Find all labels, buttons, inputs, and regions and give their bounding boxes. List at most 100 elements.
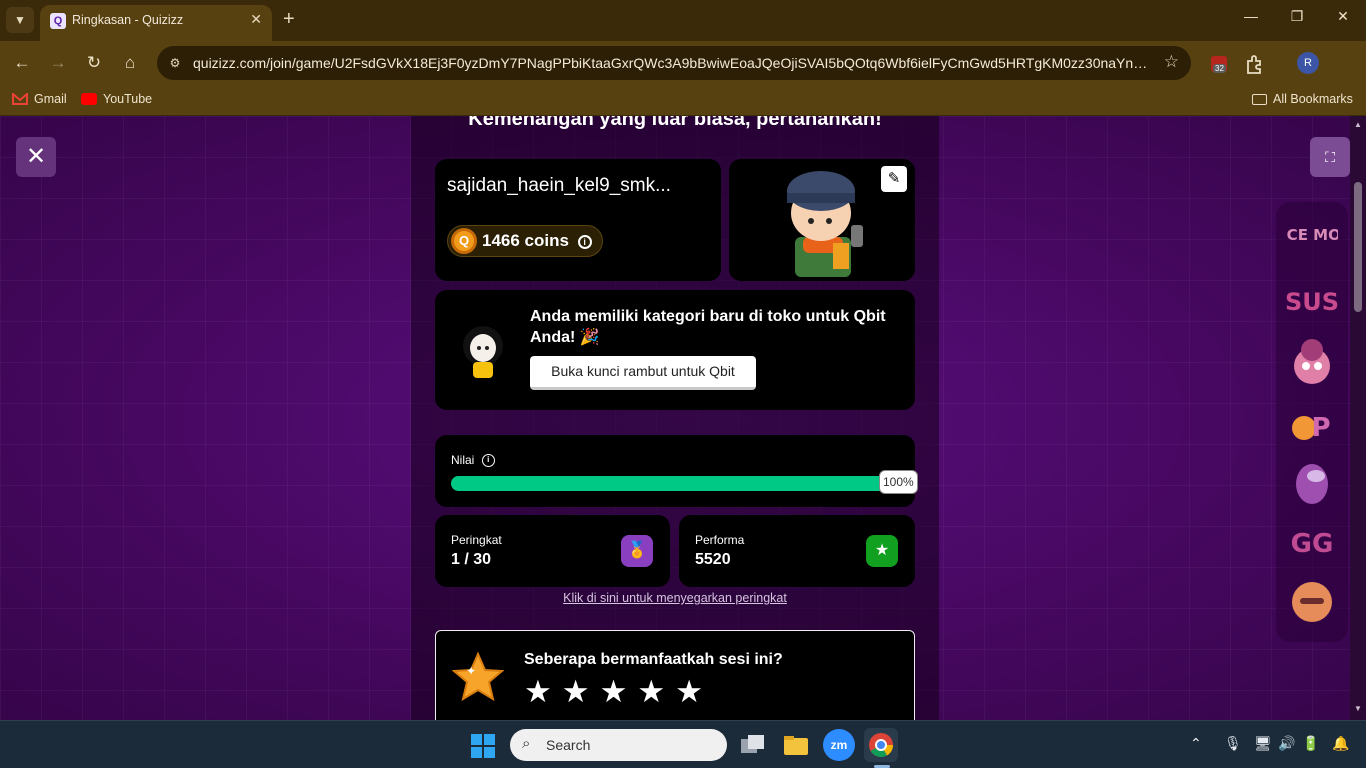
fullscreen-button[interactable]: ⛶ — [1310, 137, 1350, 177]
sticker-text: GG — [1291, 529, 1334, 559]
quizizz-favicon-icon: Q — [50, 13, 66, 29]
info-icon[interactable]: i — [577, 234, 592, 249]
browser-tab-bar: ▼ Q Ringkasan - Quizizz ✕ + — ❐ ✕ — [0, 0, 1366, 41]
reload-button[interactable]: ↻ — [82, 51, 106, 75]
feedback-star-icon: ✦ — [452, 651, 504, 702]
extension-badge: 32 — [1213, 64, 1226, 73]
page-viewport: ✕ ⛶ Kemenangan yang luar biasa, pertahan… — [0, 116, 1366, 720]
performance-label: Performa — [695, 533, 745, 547]
rating-star-2[interactable]: ★ — [562, 675, 590, 709]
chrome-icon[interactable] — [864, 728, 898, 762]
sticker-sus[interactable]: SUS — [1285, 276, 1339, 328]
mind-blown-sticker-icon — [1294, 339, 1330, 384]
scroll-down-icon[interactable]: ▼ — [1353, 704, 1363, 713]
profile-avatar[interactable]: R — [1297, 52, 1319, 74]
notification-icon[interactable]: 🔔 — [1332, 735, 1349, 752]
tab-close-icon[interactable]: ✕ — [250, 11, 262, 28]
qbit-avatar-icon — [463, 326, 503, 378]
minimize-button[interactable]: — — [1228, 8, 1274, 32]
rating-star-5[interactable]: ★ — [675, 675, 703, 709]
microphone-icon[interactable]: 🎙 — [1224, 735, 1242, 752]
url-text[interactable]: quizizz.com/join/game/U2FsdGVkX18Ej3F0yz… — [193, 55, 1148, 71]
sticker-yawn[interactable] — [1286, 576, 1338, 628]
edit-avatar-button[interactable]: ✎ — [881, 166, 907, 192]
all-bookmarks[interactable]: All Bookmarks — [1252, 92, 1353, 106]
coins-value: 1466 coins — [482, 231, 569, 250]
score-label: Nilai — [451, 453, 475, 467]
bookmark-star-icon[interactable]: ☆ — [1164, 52, 1179, 72]
coins-badge[interactable]: Q 1466 coins i — [447, 225, 603, 257]
gg-sticker-icon: GG — [1291, 529, 1334, 559]
feedback-card: ✦ Seberapa bermanfaatkah sesi ini? ★ ★ ★… — [435, 630, 915, 720]
file-explorer-icon[interactable] — [779, 728, 813, 762]
youtube-icon — [81, 93, 97, 105]
taskbar-search[interactable]: ⌕ Search — [510, 729, 727, 761]
volume-icon[interactable]: 🔊 — [1278, 735, 1295, 752]
unlock-hair-button[interactable]: Buka kunci rambut untuk Qbit — [530, 356, 756, 390]
restore-button[interactable]: ❐ — [1274, 8, 1320, 32]
bookmark-label: Gmail — [34, 92, 67, 106]
bookmark-gmail[interactable]: Gmail — [12, 92, 67, 106]
promo-title: Anda memiliki kategori baru di toko untu… — [530, 308, 886, 346]
window-close-button[interactable]: ✕ — [1320, 8, 1366, 32]
home-button[interactable]: ⌂ — [118, 51, 142, 75]
rank-value: 1 / 30 — [451, 551, 492, 568]
rating-star-3[interactable]: ★ — [600, 675, 628, 709]
search-placeholder: Search — [546, 737, 591, 753]
sus-sticker-icon: SUS — [1285, 288, 1339, 316]
sticker-mindblown[interactable] — [1286, 336, 1338, 388]
bookmarks-bar: Gmail YouTube All Bookmarks — [0, 85, 1366, 116]
rating-stars: ★ ★ ★ ★ ★ — [524, 675, 703, 709]
sticker-text: ONCE MORE — [1286, 226, 1338, 244]
address-bar[interactable]: ⚙ quizizz.com/join/game/U2FsdGVkX18Ej3F0… — [157, 46, 1191, 80]
tab-search-button[interactable]: ▼ — [6, 7, 34, 33]
victory-headline: Kemenangan yang luar biasa, pertahankan! — [468, 116, 882, 130]
zoom-icon[interactable]: zm — [823, 729, 855, 761]
search-icon: ⌕ — [522, 735, 531, 752]
score-label-row: Nilai i — [451, 453, 495, 468]
info-icon[interactable]: i — [481, 454, 495, 468]
page-scrollbar[interactable]: ▲ ▼ — [1350, 116, 1366, 720]
sticker-text: SUS — [1286, 288, 1338, 316]
sticker-op[interactable]: P — [1286, 396, 1338, 448]
forward-button[interactable]: → — [46, 51, 70, 75]
start-icon[interactable] — [470, 733, 496, 759]
scroll-thumb[interactable] — [1354, 182, 1362, 312]
svg-text:✦: ✦ — [466, 664, 476, 678]
tab-title: Ringkasan - Quizizz — [72, 13, 184, 27]
op-sticker-icon: P — [1292, 413, 1331, 443]
bookmark-label: YouTube — [103, 92, 153, 106]
rank-card: Peringkat 1 / 30 🏅 — [435, 515, 670, 587]
gmail-icon — [12, 93, 28, 105]
svg-text:P: P — [1311, 413, 1330, 443]
star-badge-icon: ★ — [866, 535, 898, 567]
site-info-icon[interactable]: ⚙ — [165, 53, 185, 73]
sticker-gg[interactable]: GG — [1286, 516, 1338, 568]
back-button[interactable]: ← — [10, 51, 34, 75]
bookmark-youtube[interactable]: YouTube — [81, 92, 152, 106]
extensions-puzzle-icon[interactable] — [1244, 53, 1266, 75]
network-icon[interactable]: 🖥 — [1254, 735, 1272, 752]
all-bookmarks-label: All Bookmarks — [1273, 92, 1353, 106]
performance-card: Performa 5520 ★ — [679, 515, 915, 587]
refresh-rank-link[interactable]: Klik di sini untuk menyegarkan peringkat — [411, 591, 939, 605]
score-percent: 100% — [879, 470, 918, 494]
new-tab-button[interactable]: + — [283, 8, 295, 30]
close-game-button[interactable]: ✕ — [16, 137, 56, 177]
rank-label: Peringkat — [451, 533, 502, 547]
scroll-up-icon[interactable]: ▲ — [1353, 120, 1363, 129]
rating-star-1[interactable]: ★ — [524, 675, 552, 709]
sticker-once-more[interactable]: ONCE MORE — [1261, 216, 1362, 268]
summary-panel: Kemenangan yang luar biasa, pertahankan!… — [411, 116, 939, 720]
browser-tab[interactable]: Q Ringkasan - Quizizz ✕ — [40, 5, 272, 41]
tray-chevron-icon[interactable]: ⌃ — [1190, 735, 1202, 752]
once-more-sticker-icon: ONCE MORE — [1261, 226, 1362, 244]
performance-value: 5520 — [695, 551, 731, 568]
sticker-impostor[interactable] — [1286, 456, 1338, 508]
chevron-down-icon: ▼ — [14, 13, 26, 27]
battery-icon[interactable]: 🔋 — [1302, 735, 1319, 752]
rating-star-4[interactable]: ★ — [637, 675, 665, 709]
impostor-sticker-icon — [1296, 464, 1328, 504]
windows-taskbar: ⌕ Search zm ⌃ 🎙 🖥 🔊 🔋 🔔 — [0, 720, 1366, 768]
task-view-icon[interactable] — [736, 728, 770, 762]
